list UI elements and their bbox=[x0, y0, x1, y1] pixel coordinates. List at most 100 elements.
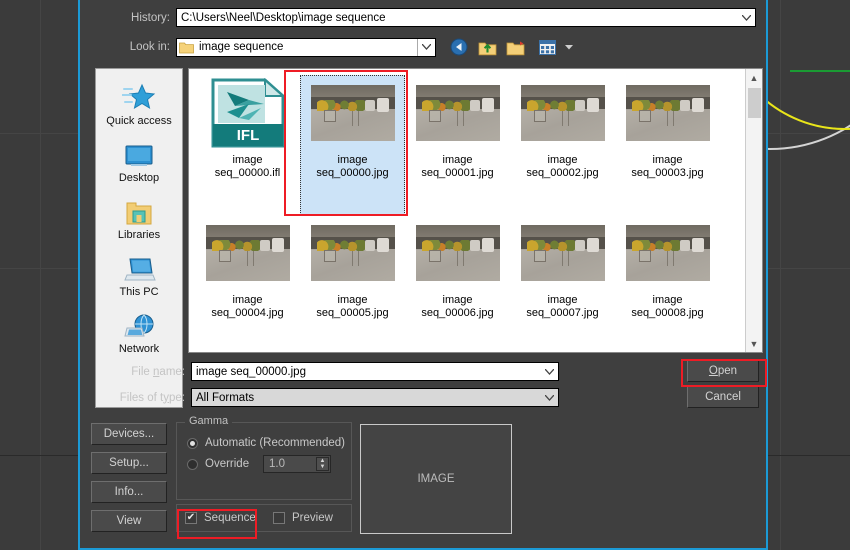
photo-preview bbox=[310, 85, 395, 141]
preview-label: Preview bbox=[292, 512, 333, 524]
places-sidebar: Quick access Desktop Libraries This PC N… bbox=[95, 68, 183, 408]
photo-preview bbox=[520, 225, 605, 281]
file-item-ifl[interactable]: IFL image seq_00000.ifl bbox=[195, 75, 300, 215]
monitor-icon bbox=[123, 136, 155, 170]
chevron-down-icon[interactable] bbox=[417, 38, 435, 56]
file-item[interactable]: image seq_00006.jpg bbox=[405, 215, 510, 352]
file-thumbnail bbox=[415, 80, 501, 146]
sidebar-item-quick-access[interactable]: Quick access bbox=[96, 79, 182, 127]
grid-line-vertical bbox=[40, 0, 41, 550]
up-folder-icon[interactable] bbox=[476, 37, 498, 57]
file-item[interactable]: image seq_00007.jpg bbox=[510, 215, 615, 352]
file-item-selected[interactable]: image seq_00000.jpg bbox=[300, 75, 405, 215]
file-item-label: image seq_00002.jpg bbox=[526, 154, 599, 179]
back-icon[interactable] bbox=[448, 37, 470, 57]
file-item[interactable]: image seq_00005.jpg bbox=[300, 215, 405, 352]
file-item-label: image seq_00000.jpg bbox=[316, 154, 389, 179]
preview-checkbox[interactable]: Preview bbox=[273, 512, 333, 524]
sidebar-item-label: Desktop bbox=[118, 172, 160, 184]
library-folder-icon bbox=[123, 193, 155, 227]
filename-value: image seq_00000.jpg bbox=[196, 365, 306, 378]
file-item-label: image seq_00001.jpg bbox=[421, 154, 494, 179]
scrollbar-thumb[interactable] bbox=[747, 88, 761, 118]
file-row: imageseq_00004.jpg imageseq_00005.jpg bbox=[195, 215, 745, 352]
filename-row: File name: image seq_00000.jpg bbox=[80, 362, 766, 381]
image-preview-label: IMAGE bbox=[417, 473, 455, 485]
view-button[interactable]: View bbox=[91, 510, 167, 532]
image-preview-panel: IMAGE bbox=[360, 424, 512, 534]
views-icon[interactable] bbox=[536, 37, 558, 57]
photo-preview bbox=[625, 225, 710, 281]
history-combobox[interactable]: C:\Users\Neel\Desktop\image sequence bbox=[176, 8, 756, 27]
sidebar-item-this-pc[interactable]: This PC bbox=[96, 250, 182, 298]
file-thumbnail bbox=[520, 220, 606, 286]
file-item-label: image seq_00008.jpg bbox=[631, 294, 704, 319]
computer-icon bbox=[123, 250, 156, 284]
devices-button[interactable]: Devices... bbox=[91, 423, 167, 445]
checkbox-icon-checked: ✔ bbox=[185, 512, 197, 524]
gamma-override-value: 1.0 bbox=[269, 458, 285, 470]
file-item[interactable]: image seq_00003.jpg bbox=[615, 75, 720, 215]
sequence-checkbox[interactable]: ✔ Sequence bbox=[185, 512, 273, 524]
file-list-inner: IFL image seq_00000.ifl image seq_00000.… bbox=[189, 69, 745, 352]
scroll-down-icon[interactable]: ▼ bbox=[746, 335, 763, 352]
filetype-value: All Formats bbox=[196, 391, 255, 404]
file-item-label: image seq_00004.jpg bbox=[211, 294, 284, 319]
gamma-groupbox: Gamma Automatic (Recommended) Override 1… bbox=[176, 415, 352, 500]
file-thumbnail bbox=[520, 80, 606, 146]
setup-button[interactable]: Setup... bbox=[91, 452, 167, 474]
file-item[interactable]: image seq_00008.jpg bbox=[615, 215, 720, 352]
file-item[interactable]: image seq_00004.jpg bbox=[195, 215, 300, 352]
gamma-automatic-label: Automatic (Recommended) bbox=[205, 437, 345, 449]
radio-icon-selected bbox=[187, 437, 198, 449]
cancel-button[interactable]: Cancel bbox=[687, 386, 759, 408]
sidebar-item-libraries[interactable]: Libraries bbox=[96, 193, 182, 241]
file-item-label: image seq_00005.jpg bbox=[316, 294, 389, 319]
checkbox-icon-unchecked bbox=[273, 512, 285, 524]
file-thumbnail bbox=[310, 80, 396, 146]
info-button[interactable]: Info... bbox=[91, 481, 167, 503]
new-folder-icon[interactable] bbox=[504, 37, 526, 57]
file-list-scrollbar[interactable]: ▲ ▼ bbox=[745, 69, 762, 352]
history-row: History: C:\Users\Neel\Desktop\image seq… bbox=[80, 8, 766, 27]
file-thumbnail bbox=[205, 220, 291, 286]
filename-input[interactable]: image seq_00000.jpg bbox=[191, 362, 559, 381]
chevron-down-icon[interactable] bbox=[737, 9, 755, 26]
file-item[interactable]: image seq_00002.jpg bbox=[510, 75, 615, 215]
open-button[interactable]: Open bbox=[687, 360, 759, 382]
filename-label: File name: bbox=[131, 365, 185, 378]
spinner-arrows-icon[interactable]: ▲ ▼ bbox=[316, 457, 329, 471]
sequence-label: Sequence bbox=[204, 512, 256, 524]
filetype-combobox[interactable]: All Formats bbox=[191, 388, 559, 407]
lookin-label: Look in: bbox=[129, 41, 170, 53]
sequence-preview-strip: ✔ Sequence Preview bbox=[176, 504, 352, 532]
gamma-override-spinner[interactable]: 1.0 ▲ ▼ bbox=[263, 455, 331, 473]
sidebar-item-desktop[interactable]: Desktop bbox=[96, 136, 182, 184]
views-chevron-icon[interactable] bbox=[564, 37, 574, 57]
file-item-label: image seq_00000.ifl bbox=[214, 154, 281, 179]
scroll-up-icon[interactable]: ▲ bbox=[746, 69, 763, 86]
gamma-automatic-radio[interactable]: Automatic (Recommended) bbox=[187, 437, 351, 449]
viewport-axis-line bbox=[790, 70, 850, 72]
lookin-row: Look in: image sequence bbox=[80, 37, 766, 57]
radio-icon-unselected bbox=[187, 458, 198, 470]
sidebar-item-label: Network bbox=[118, 343, 160, 355]
file-item[interactable]: image seq_00001.jpg bbox=[405, 75, 510, 215]
star-icon bbox=[122, 79, 156, 113]
filetype-label: Files of type: bbox=[119, 391, 185, 404]
network-globe-icon bbox=[123, 307, 156, 341]
lookin-value: image sequence bbox=[199, 41, 284, 53]
photo-preview bbox=[415, 225, 500, 281]
file-list-panel[interactable]: IFL image seq_00000.ifl image seq_00000.… bbox=[188, 68, 763, 353]
svg-text:IFL: IFL bbox=[236, 127, 259, 144]
chevron-down-icon[interactable] bbox=[540, 389, 558, 406]
file-item-label: image seq_00003.jpg bbox=[631, 154, 704, 179]
gamma-group-title: Gamma bbox=[185, 415, 233, 427]
file-thumbnail bbox=[310, 220, 396, 286]
lookin-combobox[interactable]: image sequence bbox=[176, 37, 436, 57]
file-thumbnail bbox=[625, 220, 711, 286]
gamma-override-radio[interactable]: Override 1.0 ▲ ▼ bbox=[187, 455, 351, 473]
file-row: IFL image seq_00000.ifl image seq_00000.… bbox=[195, 75, 745, 215]
chevron-down-icon[interactable] bbox=[540, 363, 558, 380]
sidebar-item-network[interactable]: Network bbox=[96, 307, 182, 355]
